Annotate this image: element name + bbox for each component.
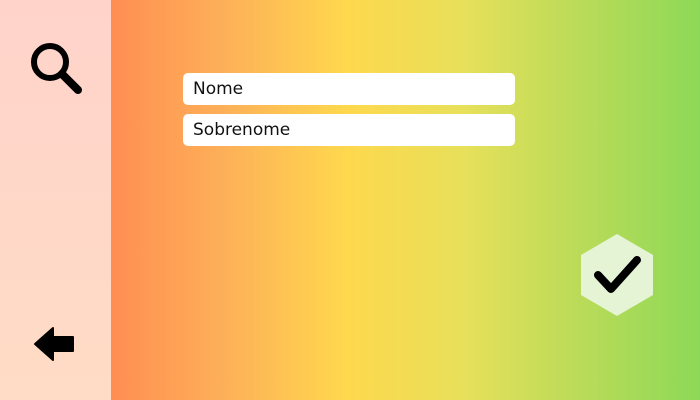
arrow-left-icon	[34, 327, 74, 361]
last-name-input[interactable]	[183, 114, 515, 146]
confirm-button[interactable]	[579, 233, 655, 317]
search-button[interactable]	[26, 38, 86, 98]
back-button[interactable]	[33, 325, 75, 363]
first-name-input[interactable]	[183, 73, 515, 105]
sidebar	[0, 0, 111, 400]
main-area	[111, 0, 700, 400]
confirm-hexagon	[581, 234, 653, 316]
search-icon	[31, 43, 82, 94]
